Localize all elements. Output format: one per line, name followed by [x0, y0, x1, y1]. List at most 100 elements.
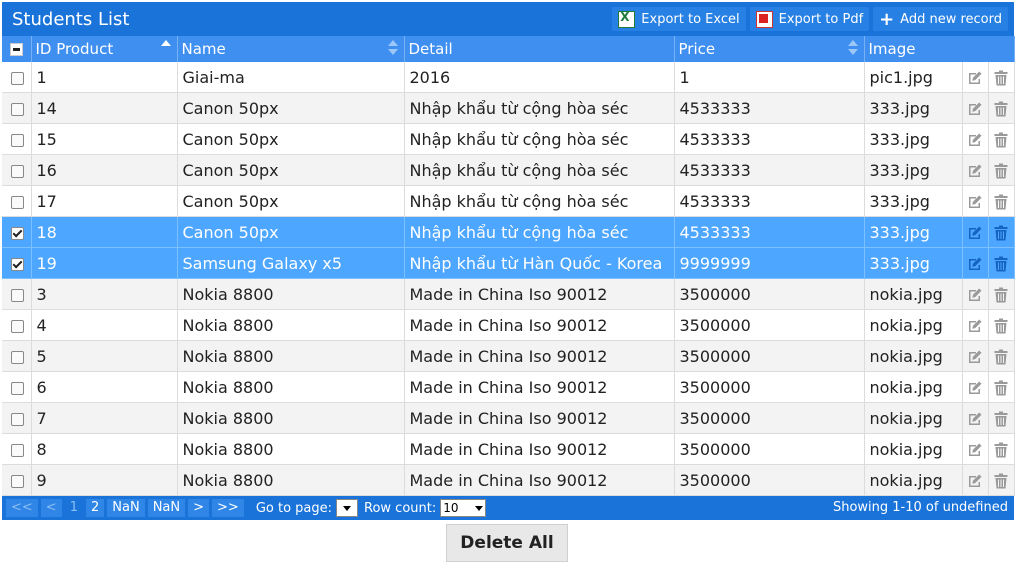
sort-icon[interactable] [847, 40, 858, 56]
edit-button[interactable] [962, 402, 989, 434]
table-row[interactable]: 15 Canon 50px Nhập khẩu từ cộng hòa séc 453… [2, 123, 1015, 155]
delete-button[interactable] [988, 92, 1015, 124]
cell-detail: Made in China Iso 90012 [404, 309, 675, 341]
table-row[interactable]: 6 Nokia 8800 Made in China Iso 90012 350000… [2, 371, 1015, 403]
table-row[interactable]: 19 Samsung Galaxy x5 Nhập khẩu từ Hàn Quốc… [2, 247, 1015, 279]
edit-button[interactable] [962, 123, 989, 155]
sort-icon[interactable] [387, 40, 398, 56]
delete-button[interactable] [988, 123, 1015, 155]
first-page-button[interactable]: << [6, 499, 38, 517]
delete-button[interactable] [988, 154, 1015, 186]
row-select-cell[interactable] [2, 62, 32, 93]
cell-image: 333.jpg [864, 247, 963, 279]
row-select-cell[interactable] [2, 247, 32, 279]
column-header-detail[interactable]: Detail [404, 36, 675, 62]
prev-page-button[interactable]: < [40, 499, 62, 517]
page-button-2[interactable]: 2 [85, 499, 105, 517]
edit-button[interactable] [962, 62, 989, 93]
table-row[interactable]: 3 Nokia 8800 Made in China Iso 90012 350000… [2, 278, 1015, 310]
edit-button[interactable] [962, 92, 989, 124]
table-row[interactable]: 7 Nokia 8800 Made in China Iso 90012 350000… [2, 402, 1015, 434]
delete-button[interactable] [988, 464, 1015, 496]
edit-button[interactable] [962, 309, 989, 341]
table-row[interactable]: 9 Nokia 8800 Made in China Iso 90012 350000… [2, 464, 1015, 496]
select-all-checkbox[interactable] [10, 43, 23, 56]
delete-button[interactable] [988, 371, 1015, 403]
row-checkbox[interactable] [11, 319, 24, 333]
select-all-header[interactable] [2, 36, 32, 62]
table-row[interactable]: 8 Nokia 8800 Made in China Iso 90012 350000… [2, 433, 1015, 465]
row-checkbox[interactable] [11, 257, 24, 271]
cell-id: 18 [31, 216, 178, 248]
row-count-select[interactable]: 10 [440, 499, 487, 517]
edit-button[interactable] [962, 464, 989, 496]
row-select-cell[interactable] [2, 464, 32, 496]
edit-button[interactable] [962, 216, 989, 248]
table-row[interactable]: 1 Giai-ma 2016 1 pic1.jpg [2, 62, 1015, 93]
row-checkbox[interactable] [11, 71, 24, 85]
row-checkbox[interactable] [11, 350, 24, 364]
row-checkbox[interactable] [11, 474, 24, 488]
table-row[interactable]: 14 Canon 50px Nhập khẩu từ cộng hòa séc 453… [2, 92, 1015, 124]
export-pdf-button[interactable]: Export to Pdf [749, 7, 870, 31]
delete-button[interactable] [988, 62, 1015, 93]
row-checkbox[interactable] [11, 133, 24, 147]
row-checkbox[interactable] [11, 226, 24, 240]
row-checkbox[interactable] [11, 288, 24, 302]
row-select-cell[interactable] [2, 185, 32, 217]
delete-button[interactable] [988, 340, 1015, 372]
row-select-cell[interactable] [2, 216, 32, 248]
column-header-price[interactable]: Price [674, 36, 865, 62]
row-select-cell[interactable] [2, 278, 32, 310]
row-select-cell[interactable] [2, 123, 32, 155]
showing-text: Showing 1-10 of undefined [832, 500, 1008, 515]
table-row[interactable]: 4 Nokia 8800 Made in China Iso 90012 350000… [2, 309, 1015, 341]
table-row[interactable]: 16 Canon 50px Nhập khẩu từ cộng hòa séc 453… [2, 154, 1015, 186]
row-select-cell[interactable] [2, 371, 32, 403]
trash-icon [993, 347, 1009, 366]
edit-button[interactable] [962, 433, 989, 465]
edit-button[interactable] [962, 247, 989, 279]
edit-button[interactable] [962, 278, 989, 310]
delete-button[interactable] [988, 433, 1015, 465]
table-row[interactable]: 18 Canon 50px Nhập khẩu từ cộng hòa séc 453… [2, 216, 1015, 248]
delete-button[interactable] [988, 247, 1015, 279]
add-record-button[interactable]: + Add new record [873, 7, 1008, 31]
page-button-3[interactable]: NaN [107, 499, 145, 517]
page-button-4[interactable]: NaN [147, 499, 186, 517]
delete-button[interactable] [988, 185, 1015, 217]
edit-button[interactable] [962, 185, 989, 217]
column-header-name[interactable]: Name [177, 36, 405, 62]
next-page-button[interactable]: > [188, 499, 210, 517]
row-select-cell[interactable] [2, 433, 32, 465]
column-header-id[interactable]: ID Product [31, 36, 178, 62]
table-row[interactable]: 5 Nokia 8800 Made in China Iso 90012 350000… [2, 340, 1015, 372]
last-page-button[interactable]: >> [212, 499, 244, 517]
sort-asc-icon[interactable] [160, 40, 171, 56]
delete-button[interactable] [988, 278, 1015, 310]
page-button-1[interactable]: 1 [64, 499, 83, 517]
row-select-cell[interactable] [2, 154, 32, 186]
delete-button[interactable] [988, 309, 1015, 341]
row-select-cell[interactable] [2, 340, 32, 372]
row-checkbox[interactable] [11, 381, 24, 395]
edit-button[interactable] [962, 340, 989, 372]
row-checkbox[interactable] [11, 102, 24, 116]
cell-price: 9999999 [674, 247, 865, 279]
row-select-cell[interactable] [2, 402, 32, 434]
delete-button[interactable] [988, 216, 1015, 248]
export-excel-button[interactable]: Export to Excel [612, 7, 746, 31]
delete-all-button[interactable]: Delete All [446, 524, 568, 562]
column-header-image[interactable]: Image [864, 36, 1015, 62]
goto-page-select[interactable] [336, 499, 359, 517]
row-select-cell[interactable] [2, 92, 32, 124]
row-checkbox[interactable] [11, 195, 24, 209]
row-checkbox[interactable] [11, 443, 24, 457]
delete-button[interactable] [988, 402, 1015, 434]
row-select-cell[interactable] [2, 309, 32, 341]
row-checkbox[interactable] [11, 164, 24, 178]
edit-button[interactable] [962, 371, 989, 403]
table-row[interactable]: 17 Canon 50px Nhập khẩu từ cộng hòa séc 453… [2, 185, 1015, 217]
edit-button[interactable] [962, 154, 989, 186]
row-checkbox[interactable] [11, 412, 24, 426]
